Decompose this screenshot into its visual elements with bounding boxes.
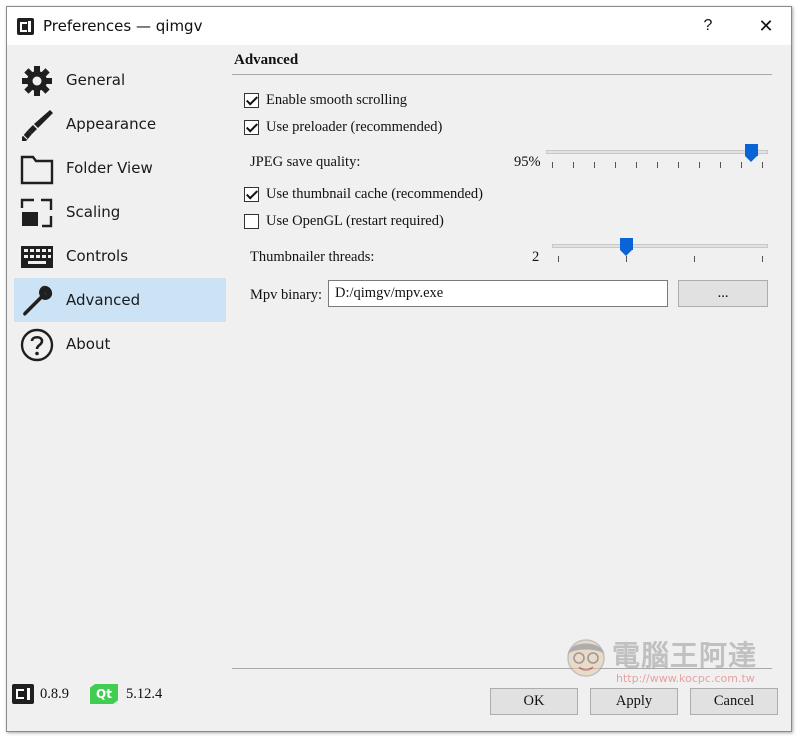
qt-version: 5.12.4 — [126, 686, 163, 702]
qt-logo-icon: Qt — [90, 684, 118, 704]
smooth-scrolling-checkbox[interactable] — [244, 93, 259, 108]
jpeg-quality-label: JPEG save quality: — [250, 154, 361, 170]
folder-icon — [20, 155, 54, 185]
sidebar-item-folder-view[interactable]: Folder View — [14, 146, 226, 190]
apply-button[interactable]: Apply — [590, 688, 678, 715]
sidebar-item-label: Folder View — [66, 159, 153, 177]
ok-button[interactable]: OK — [490, 688, 578, 715]
mpv-browse-button[interactable]: ... — [678, 280, 768, 307]
slider-handle[interactable] — [619, 238, 633, 256]
sidebar-item-label: Appearance — [66, 115, 157, 133]
sidebar-item-label: About — [66, 335, 111, 353]
close-button[interactable]: ✕ — [751, 13, 781, 39]
slider-tick — [594, 162, 595, 168]
scaling-icon — [20, 198, 53, 228]
slider-tick — [694, 256, 695, 262]
mascot-face-icon — [567, 639, 605, 677]
qimgv-logo-icon — [12, 684, 34, 704]
slider-tick — [762, 256, 763, 262]
slider-tick — [762, 162, 763, 168]
qimgv-app-icon — [17, 18, 34, 35]
sidebar-item-scaling[interactable]: Scaling — [14, 190, 226, 234]
slider-groove — [546, 150, 768, 154]
title-bar: Preferences — qimgv ? ✕ — [7, 7, 791, 45]
sidebar-item-appearance[interactable]: Appearance — [14, 102, 226, 146]
advanced-settings-panel: Advanced Enable smooth scrolling Use pre… — [232, 44, 780, 644]
watermark-text: 電腦王阿達 — [612, 639, 758, 672]
jpeg-quality-slider[interactable] — [546, 144, 768, 170]
wrench-icon — [23, 285, 53, 316]
slider-tick — [741, 162, 742, 168]
slider-tick — [699, 162, 700, 168]
mpv-binary-input[interactable]: D:/qimgv/mpv.exe — [328, 280, 668, 307]
keyboard-icon — [21, 246, 53, 268]
brush-icon — [22, 110, 53, 141]
sidebar-item-label: General — [66, 71, 126, 89]
jpeg-quality-value: 95% — [514, 154, 541, 170]
question-icon — [20, 328, 54, 362]
opengl-label: Use OpenGL (restart required) — [266, 213, 444, 229]
preloader-checkbox[interactable] — [244, 120, 259, 135]
sidebar-item-general[interactable]: General — [14, 58, 226, 102]
watermark: 電腦王阿達 http://www.kocpc.com.tw — [560, 628, 780, 692]
sidebar-item-label: Scaling — [66, 203, 121, 221]
thumbnailer-threads-label: Thumbnailer threads: — [250, 249, 375, 265]
sidebar-item-label: Advanced — [66, 291, 141, 309]
section-divider — [232, 74, 772, 75]
slider-tick — [657, 162, 658, 168]
slider-tick — [573, 162, 574, 168]
cancel-button[interactable]: Cancel — [690, 688, 778, 715]
sidebar-item-advanced[interactable]: Advanced — [14, 278, 226, 322]
slider-tick — [626, 256, 627, 262]
sidebar-item-controls[interactable]: Controls — [14, 234, 226, 278]
slider-groove — [552, 244, 768, 248]
thumbnailer-threads-value: 2 — [532, 249, 540, 265]
thumbnailer-threads-slider[interactable] — [552, 238, 768, 264]
slider-tick — [636, 162, 637, 168]
gear-icon — [22, 66, 52, 96]
slider-tick — [552, 162, 553, 168]
slider-handle[interactable] — [745, 144, 758, 162]
slider-tick — [615, 162, 616, 168]
thumbnail-cache-checkbox[interactable] — [244, 187, 259, 202]
slider-tick — [678, 162, 679, 168]
sidebar-item-label: Controls — [66, 247, 129, 265]
section-title: Advanced — [234, 52, 299, 68]
slider-tick — [720, 162, 721, 168]
slider-tick — [558, 256, 559, 262]
window-title: Preferences — qimgv — [43, 17, 203, 35]
sidebar-item-about[interactable]: About — [14, 322, 226, 366]
preloader-label: Use preloader (recommended) — [266, 119, 443, 135]
mpv-binary-label: Mpv binary: — [250, 287, 323, 303]
help-button[interactable]: ? — [693, 13, 723, 39]
smooth-scrolling-label: Enable smooth scrolling — [266, 92, 407, 108]
watermark-url: http://www.kocpc.com.tw — [616, 672, 755, 685]
app-version: 0.8.9 — [40, 686, 69, 702]
thumbnail-cache-label: Use thumbnail cache (recommended) — [266, 186, 484, 202]
opengl-checkbox[interactable] — [244, 214, 259, 229]
sidebar: General Appearance Folder View Scaling C… — [12, 44, 226, 644]
